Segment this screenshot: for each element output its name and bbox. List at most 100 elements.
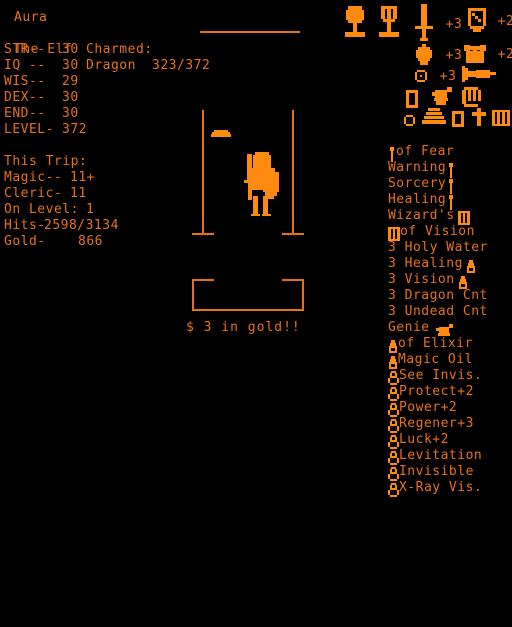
equipment-armor[interactable]: +2 xyxy=(464,44,512,65)
stat-label-end: END-- xyxy=(4,106,46,121)
inventory-item-13[interactable]: Magic Oil xyxy=(338,336,473,369)
misc-small-ring[interactable] xyxy=(404,110,415,129)
inventory-panel: +3 +2 +3 +2 +3 of Fear Warning Sorcery H… xyxy=(336,0,512,512)
charmed-header: Charmed: xyxy=(86,42,153,57)
stat-value-end: 30 xyxy=(62,106,79,121)
misc-book[interactable] xyxy=(492,107,510,126)
inventory-item-1[interactable]: Warning xyxy=(338,144,456,178)
inventory-item-20[interactable]: Invisible xyxy=(338,448,474,481)
stat-label-iq: IQ -- xyxy=(4,58,46,73)
corridor-cap-left xyxy=(192,233,214,235)
near-wall-right-cap xyxy=(282,279,304,281)
inventory-item-21[interactable]: X-Ray Vis. xyxy=(338,464,482,497)
inventory-item-10[interactable]: 3 Undead Cnt xyxy=(338,288,488,319)
ring-icon xyxy=(387,483,399,498)
trophy-orb-item[interactable] xyxy=(344,6,366,38)
inventory-item-18[interactable]: Luck+2 xyxy=(338,416,449,449)
trip-magic-value: 11+ xyxy=(70,170,95,185)
inventory-item-9[interactable]: 3 Dragon Cnt xyxy=(338,272,488,303)
stat-label-str: STR-- xyxy=(4,42,46,57)
trip-cleric-label: Cleric- xyxy=(4,186,63,201)
stat-value-wis: 29 xyxy=(62,74,79,89)
trip-gold-label: Gold- xyxy=(4,234,46,249)
corridor-wall-left xyxy=(202,110,204,235)
equipment-shield-bonus: +2 xyxy=(497,13,512,29)
character-name: Aura xyxy=(14,10,48,25)
trip-cleric-value: 11 xyxy=(70,186,87,201)
stat-label-level: LEVEL- xyxy=(4,122,54,137)
stat-value-str: 30 xyxy=(62,42,79,57)
armor-icon xyxy=(464,44,486,65)
corridor-cap-right xyxy=(282,233,304,235)
trip-hits-label: Hits- xyxy=(4,218,46,233)
gold-pile-icon xyxy=(211,130,231,137)
helmet-icon xyxy=(414,44,434,66)
equipment-ring-bonus: +3 xyxy=(439,69,457,84)
stat-value-level: 372 xyxy=(62,122,87,137)
inventory-item-11[interactable]: Genie xyxy=(338,304,456,336)
near-wall-bottom xyxy=(192,309,304,311)
trophy-chalice-item[interactable] xyxy=(378,6,400,38)
misc-genie-lamp[interactable] xyxy=(432,86,454,107)
trip-magic-label: Magic-- xyxy=(4,170,63,185)
flask-box-icon xyxy=(452,110,464,127)
boat-scroll-icon xyxy=(422,107,446,126)
trip-hits-value: 2598/3134 xyxy=(44,218,119,233)
stat-value-iq: 30 xyxy=(62,58,79,73)
inventory-item-17[interactable]: Regener+3 xyxy=(338,400,474,433)
inventory-item-7[interactable]: 3 Healing xyxy=(338,240,476,273)
inventory-item-15[interactable]: Protect+2 xyxy=(338,368,474,401)
corridor-wall-right xyxy=(292,110,294,235)
inventory-item-3[interactable]: Healing xyxy=(338,176,456,210)
equipment-shield[interactable]: +2 xyxy=(468,8,512,34)
sword-icon xyxy=(414,4,434,44)
inventory-item-14[interactable]: See Invis. xyxy=(338,352,482,385)
ring-icon xyxy=(414,69,428,84)
equipment-helmet[interactable]: +3 xyxy=(414,44,462,66)
inventory-item-16[interactable]: Power+2 xyxy=(338,384,457,417)
equipment-ring[interactable]: +3 xyxy=(414,66,456,85)
equipment-armor-bonus: +2 xyxy=(497,47,512,62)
chalice-pedestal-icon xyxy=(378,6,400,38)
trip-header: This Trip: xyxy=(4,154,88,169)
gem-box-icon xyxy=(406,89,418,108)
equipment-sword[interactable]: +3 xyxy=(414,4,462,44)
inventory-item-12[interactable]: of Elixir xyxy=(338,320,473,353)
misc-gem-box[interactable] xyxy=(406,88,418,108)
inventory-item-8[interactable]: 3 Vision xyxy=(338,256,468,289)
equipment-sword-bonus: +3 xyxy=(445,16,463,32)
genie-lamp-icon xyxy=(432,86,454,107)
inventory-item-2[interactable]: Sorcery xyxy=(338,160,456,194)
misc-flask-box[interactable] xyxy=(452,108,464,127)
inventory-item-5[interactable]: of Vision xyxy=(338,208,475,241)
equipment-helmet-bonus: +3 xyxy=(445,47,463,63)
trip-gold-value: 866 xyxy=(78,234,103,249)
status-message: $ 3 in gold!! xyxy=(186,320,301,335)
far-wall-line xyxy=(200,31,300,33)
game-screen: Aura The Elf STR-- 30 Charmed: IQ -- 30 … xyxy=(0,0,512,512)
misc-cross[interactable] xyxy=(472,106,486,126)
small-ring-icon xyxy=(404,114,415,127)
inventory-item-19[interactable]: Levitation xyxy=(338,432,482,465)
misc-scroll-hand[interactable] xyxy=(462,86,482,107)
charmed-monster: Dragon xyxy=(86,58,136,73)
inventory-item-4[interactable]: Wizard's xyxy=(338,192,470,225)
trip-onlevel-label: On Level: xyxy=(4,202,79,217)
shield-icon xyxy=(468,8,486,34)
equipment-crossbow[interactable] xyxy=(462,64,498,84)
stat-label-dex: DEX-- xyxy=(4,90,46,105)
scroll-hand-icon xyxy=(462,86,482,107)
inventory-item-6[interactable]: 3 Holy Water xyxy=(338,224,488,255)
stat-value-dex: 30 xyxy=(62,90,79,105)
stat-label-wis: WIS-- xyxy=(4,74,46,89)
cross-icon xyxy=(472,107,486,126)
near-wall-left xyxy=(192,279,194,311)
player-sprite xyxy=(243,152,279,216)
inventory-item-0[interactable]: of Fear xyxy=(338,128,454,162)
orb-pedestal-icon xyxy=(344,6,366,38)
near-wall-right xyxy=(302,279,304,311)
trip-onlevel-value: 1 xyxy=(86,202,95,217)
misc-boat-scroll[interactable] xyxy=(422,106,446,126)
crossbow-icon xyxy=(462,65,496,84)
inventory-item-21-label: X-Ray Vis. xyxy=(398,480,483,495)
